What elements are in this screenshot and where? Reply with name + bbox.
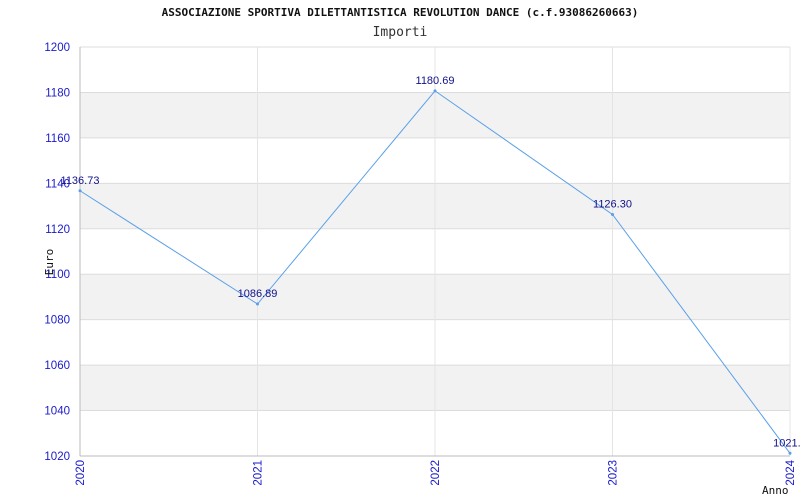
x-tick-label: 2022 xyxy=(430,460,442,486)
x-tick-label: 2023 xyxy=(608,460,620,486)
data-point xyxy=(256,302,259,306)
y-axis-label: Euro xyxy=(43,249,56,276)
data-point xyxy=(788,451,792,455)
data-label: 1136.73 xyxy=(61,175,100,187)
data-point xyxy=(611,212,614,216)
data-label: 1180.69 xyxy=(416,75,455,87)
data-point xyxy=(433,89,437,93)
y-tick-label: 1120 xyxy=(45,224,70,236)
y-tick-label: 1180 xyxy=(45,87,70,99)
y-tick-label: 1080 xyxy=(44,315,70,327)
x-tick-label: 2024 xyxy=(785,459,797,485)
line-chart: 1020104010601080110011201140116011801200… xyxy=(43,42,800,497)
y-tick-label: 1200 xyxy=(44,42,70,54)
x-tick-label: 2021 xyxy=(253,460,265,486)
x-tick-label: 2020 xyxy=(75,460,87,486)
x-axis-label: Anno xyxy=(762,484,789,497)
data-label: 1021.2 xyxy=(773,437,800,449)
y-tick-label: 1040 xyxy=(44,406,70,418)
data-label: 1086.89 xyxy=(238,288,278,300)
data-label: 1126.30 xyxy=(593,198,632,210)
y-tick-label: 1160 xyxy=(45,133,70,145)
y-tick-label: 1060 xyxy=(44,360,70,372)
y-tick-label: 1020 xyxy=(44,451,70,463)
data-point xyxy=(78,189,82,193)
